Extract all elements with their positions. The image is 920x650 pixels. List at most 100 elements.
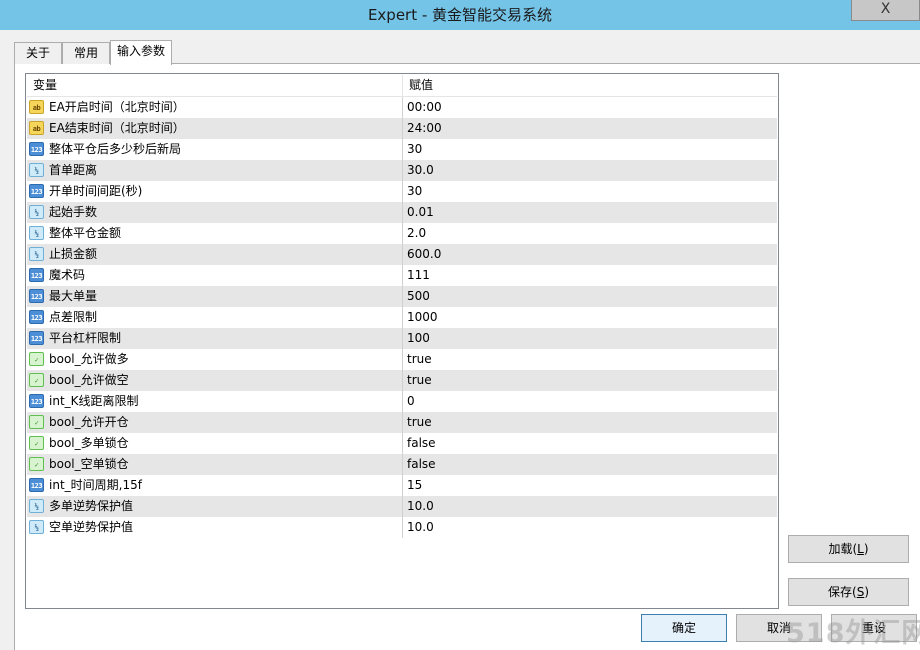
value-cell[interactable]: 24:00: [404, 118, 776, 139]
table-row[interactable]: ½ 首单距离 30.0: [27, 160, 777, 181]
bool-type-icon: ✓: [29, 373, 44, 387]
load-button[interactable]: 加载(L): [788, 535, 909, 563]
variable-cell[interactable]: 123 魔术码: [27, 265, 403, 286]
value-cell[interactable]: 111: [404, 265, 776, 286]
variable-name: 最大单量: [49, 289, 98, 303]
variable-name: 开单时间间距(秒): [49, 184, 143, 198]
table-row[interactable]: 123 int_K线距离限制 0: [27, 391, 777, 412]
tab-common[interactable]: 常用: [62, 42, 110, 64]
bool-type-icon: ✓: [29, 436, 44, 450]
bool-type-icon: ✓: [29, 457, 44, 471]
table-row[interactable]: 123 平台杠杆限制 100: [27, 328, 777, 349]
variable-name: 整体平仓后多少秒后新局: [49, 142, 182, 156]
variable-cell[interactable]: ½ 空单逆势保护值: [27, 517, 403, 538]
value-cell[interactable]: true: [404, 412, 776, 433]
variable-cell[interactable]: 123 开单时间间距(秒): [27, 181, 403, 202]
table-row[interactable]: 123 魔术码 111: [27, 265, 777, 286]
variable-name: 空单逆势保护值: [49, 520, 134, 534]
load-button-label: 加载(: [828, 542, 858, 556]
string-type-icon: ab: [29, 100, 44, 114]
table-row[interactable]: ✓ bool_空单锁仓 false: [27, 454, 777, 475]
variable-cell[interactable]: ½ 多单逆势保护值: [27, 496, 403, 517]
table-row[interactable]: ½ 空单逆势保护值 10.0: [27, 517, 777, 538]
variable-cell[interactable]: ✓ bool_空单锁仓: [27, 454, 403, 475]
variable-name: 多单逆势保护值: [49, 499, 134, 513]
table-row[interactable]: ½ 止损金额 600.0: [27, 244, 777, 265]
variable-name: 整体平仓金额: [49, 226, 122, 240]
table-row[interactable]: 123 整体平仓后多少秒后新局 30: [27, 139, 777, 160]
tab-inputs[interactable]: 输入参数: [110, 40, 172, 65]
window-title: Expert - 黄金智能交易系统: [367, 6, 553, 24]
table-row[interactable]: ✓ bool_允许做空 true: [27, 370, 777, 391]
value-cell[interactable]: 10.0: [404, 496, 776, 517]
variable-cell[interactable]: ½ 止损金额: [27, 244, 403, 265]
double-type-icon: ½: [29, 247, 44, 261]
table-row[interactable]: ✓ bool_多单锁仓 false: [27, 433, 777, 454]
variable-cell[interactable]: 123 整体平仓后多少秒后新局: [27, 139, 403, 160]
double-type-icon: ½: [29, 499, 44, 513]
save-button[interactable]: 保存(S): [788, 578, 909, 606]
close-button[interactable]: X: [851, 0, 920, 21]
table-header: 变量 赋值: [27, 75, 777, 97]
value-cell[interactable]: 500: [404, 286, 776, 307]
table-row[interactable]: 123 点差限制 1000: [27, 307, 777, 328]
variable-cell[interactable]: 123 int_时间周期,15f: [27, 475, 403, 496]
bool-type-icon: ✓: [29, 352, 44, 366]
variable-name: bool_空单锁仓: [49, 457, 129, 471]
value-cell[interactable]: 30.0: [404, 160, 776, 181]
table-row[interactable]: ab EA开启时间（北京时间） 00:00: [27, 97, 777, 118]
table-row[interactable]: ½ 起始手数 0.01: [27, 202, 777, 223]
value-cell[interactable]: 30: [404, 181, 776, 202]
table-row[interactable]: 123 开单时间间距(秒) 30: [27, 181, 777, 202]
table-body: ab EA开启时间（北京时间） 00:00 ab EA结束时间（北京时间） 24:00 12…: [27, 97, 777, 538]
value-cell[interactable]: 2.0: [404, 223, 776, 244]
variable-cell[interactable]: ✓ bool_允许开仓: [27, 412, 403, 433]
variable-cell[interactable]: 123 平台杠杆限制: [27, 328, 403, 349]
tab-about[interactable]: 关于: [14, 42, 62, 64]
value-cell[interactable]: false: [404, 454, 776, 475]
value-cell[interactable]: 0.01: [404, 202, 776, 223]
variable-cell[interactable]: 123 int_K线距离限制: [27, 391, 403, 412]
variable-name: EA结束时间（北京时间）: [49, 121, 185, 135]
value-cell[interactable]: 10.0: [404, 517, 776, 538]
value-cell[interactable]: 00:00: [404, 97, 776, 118]
variable-cell[interactable]: ab EA结束时间（北京时间）: [27, 118, 403, 139]
table-row[interactable]: ✓ bool_允许开仓 true: [27, 412, 777, 433]
variable-cell[interactable]: ½ 首单距离: [27, 160, 403, 181]
value-cell[interactable]: 0: [404, 391, 776, 412]
variable-cell[interactable]: ✓ bool_多单锁仓: [27, 433, 403, 454]
double-type-icon: ½: [29, 226, 44, 240]
value-cell[interactable]: 1000: [404, 307, 776, 328]
variable-cell[interactable]: ½ 起始手数: [27, 202, 403, 223]
variable-cell[interactable]: ✓ bool_允许做多: [27, 349, 403, 370]
bool-type-icon: ✓: [29, 415, 44, 429]
integer-type-icon: 123: [29, 184, 44, 198]
variable-cell[interactable]: ½ 整体平仓金额: [27, 223, 403, 244]
ok-button[interactable]: 确定: [641, 614, 727, 642]
value-cell[interactable]: true: [404, 370, 776, 391]
variable-name: int_时间周期,15f: [49, 478, 142, 492]
column-header-variable[interactable]: 变量: [27, 75, 403, 96]
value-cell[interactable]: 600.0: [404, 244, 776, 265]
value-cell[interactable]: 15: [404, 475, 776, 496]
parameters-table[interactable]: 变量 赋值 ab EA开启时间（北京时间） 00:00 ab EA结束时间（北京时间） 2…: [25, 73, 779, 609]
value-cell[interactable]: 100: [404, 328, 776, 349]
variable-cell[interactable]: ✓ bool_允许做空: [27, 370, 403, 391]
table-row[interactable]: 123 int_时间周期,15f 15: [27, 475, 777, 496]
table-row[interactable]: ✓ bool_允许做多 true: [27, 349, 777, 370]
variable-cell[interactable]: ab EA开启时间（北京时间）: [27, 97, 403, 118]
table-row[interactable]: ½ 多单逆势保护值 10.0: [27, 496, 777, 517]
value-cell[interactable]: 30: [404, 139, 776, 160]
integer-type-icon: 123: [29, 142, 44, 156]
value-cell[interactable]: false: [404, 433, 776, 454]
integer-type-icon: 123: [29, 310, 44, 324]
variable-cell[interactable]: 123 最大单量: [27, 286, 403, 307]
variable-cell[interactable]: 123 点差限制: [27, 307, 403, 328]
value-cell[interactable]: true: [404, 349, 776, 370]
column-header-value[interactable]: 赋值: [403, 75, 777, 96]
double-type-icon: ½: [29, 520, 44, 534]
table-row[interactable]: 123 最大单量 500: [27, 286, 777, 307]
close-icon: X: [880, 1, 891, 17]
table-row[interactable]: ½ 整体平仓金额 2.0: [27, 223, 777, 244]
table-row[interactable]: ab EA结束时间（北京时间） 24:00: [27, 118, 777, 139]
